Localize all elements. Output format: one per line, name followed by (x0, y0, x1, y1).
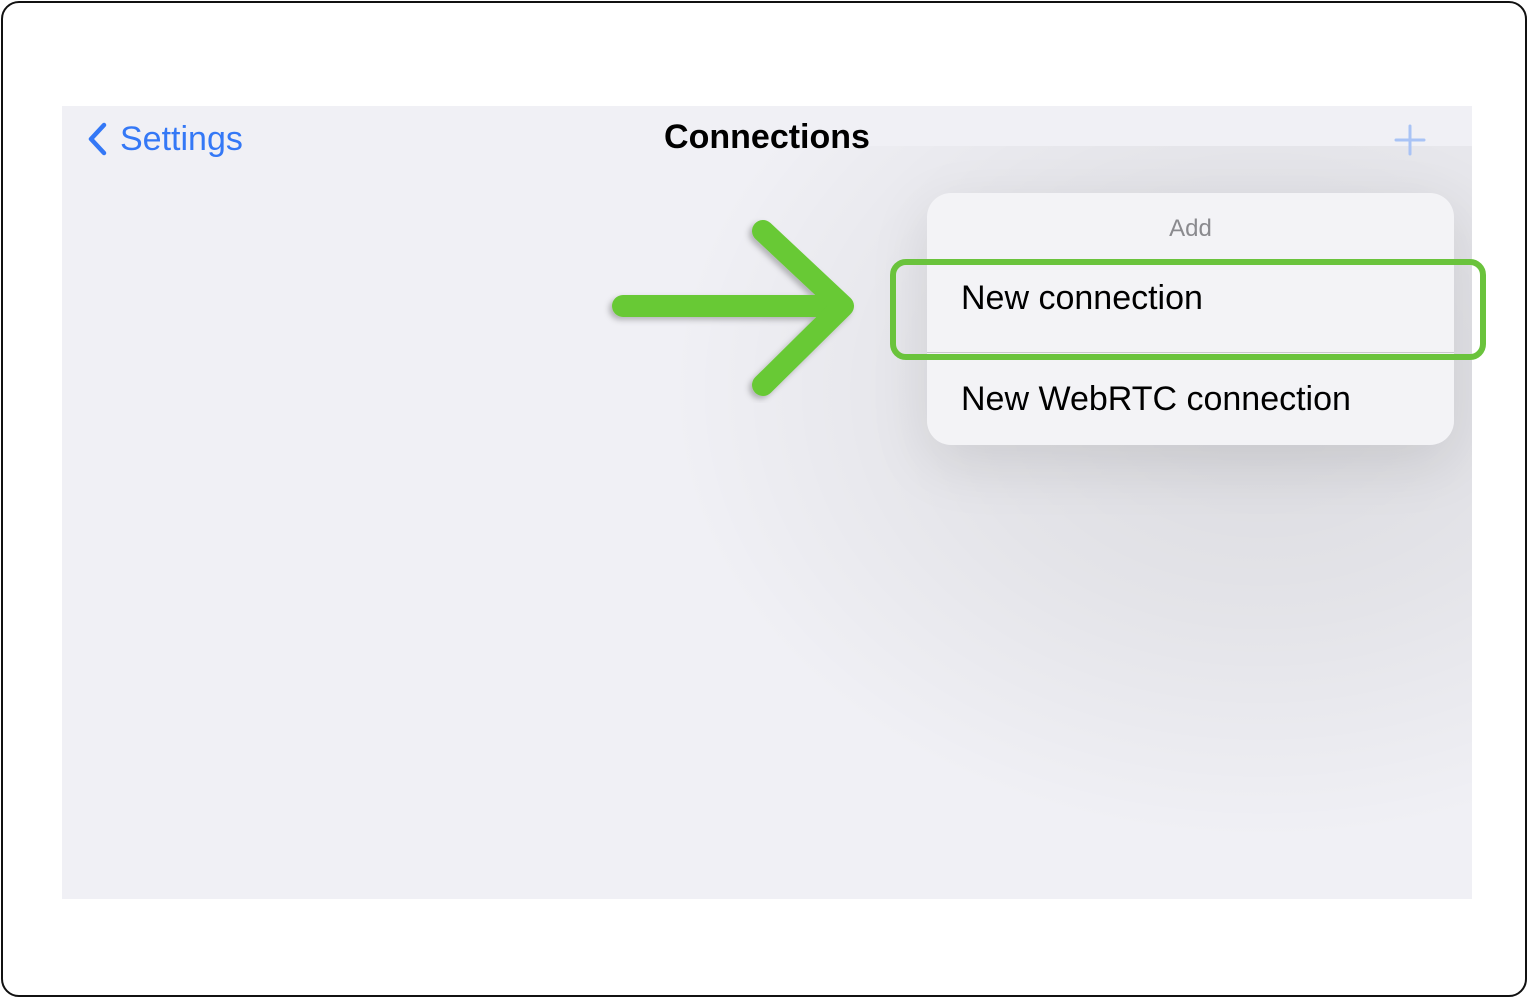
menu-item-label: New connection (961, 279, 1203, 317)
menu-item-new-webrtc-connection[interactable]: New WebRTC connection (927, 353, 1454, 445)
page-title: Connections (62, 118, 1472, 157)
add-menu: Add New connection New WebRTC connection (927, 193, 1454, 445)
plus-icon[interactable] (1392, 122, 1428, 158)
navigation-bar: Settings Connections (62, 106, 1472, 172)
menu-item-label: New WebRTC connection (961, 379, 1351, 418)
screenshot-frame: Settings Connections Add New connection … (1, 1, 1527, 997)
app-screen: Settings Connections Add New connection … (62, 106, 1472, 899)
page-title-text: Connections (664, 118, 870, 156)
menu-header: Add (1169, 215, 1212, 242)
